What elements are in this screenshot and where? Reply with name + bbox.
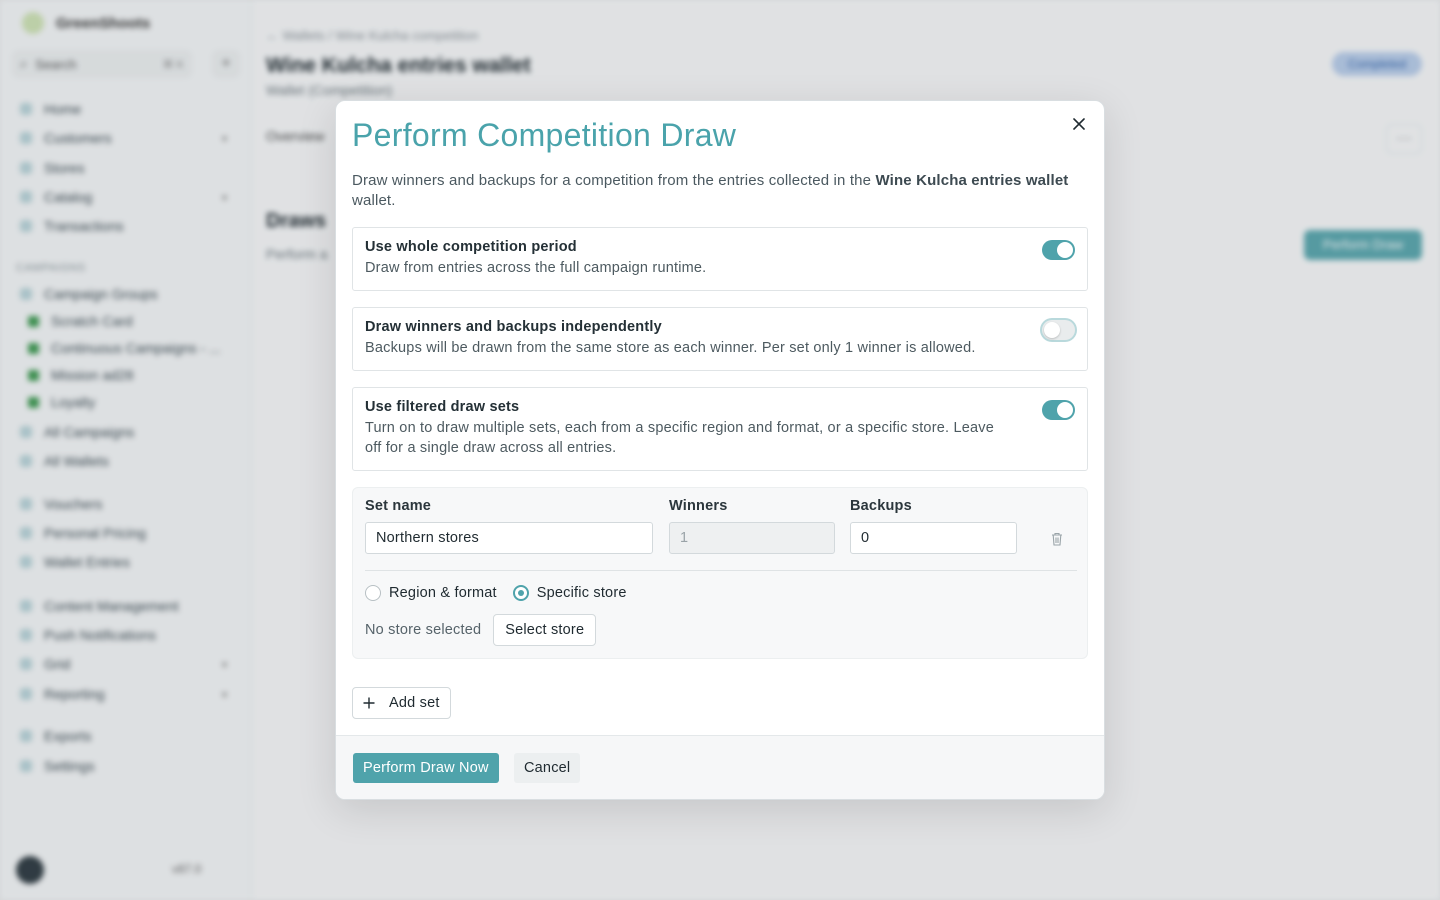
option-title: Use whole competition period <box>365 239 577 255</box>
perform-draw-dialog: Perform Competition Draw Draw winners an… <box>335 100 1105 800</box>
select-store-button[interactable]: Select store <box>493 614 597 646</box>
perform-draw-now-button[interactable]: Perform Draw Now <box>353 753 499 783</box>
delete-set-button[interactable] <box>1051 532 1063 551</box>
add-set-button[interactable]: Add set <box>352 687 451 719</box>
option-whole-period: Use whole competition period Draw from e… <box>352 227 1088 291</box>
store-selection: No store selected Select store <box>365 614 597 646</box>
option-independent-draw: Draw winners and backups independently B… <box>352 307 1088 371</box>
radio-region-label[interactable]: Region & format <box>389 585 497 601</box>
dialog-title: Perform Competition Draw <box>352 117 737 153</box>
desc-suffix: wallet. <box>352 192 396 209</box>
radio-specific-store[interactable] <box>512 585 529 601</box>
trash-icon <box>1052 532 1062 546</box>
filter-type-radios: Region & format Specific store <box>365 585 643 601</box>
dialog-footer: Perform Draw Now Cancel <box>336 735 1104 799</box>
option-description: Turn on to draw multiple sets, each from… <box>365 420 994 456</box>
cancel-button[interactable]: Cancel <box>514 753 581 783</box>
toggle-filtered-sets[interactable] <box>1042 400 1075 420</box>
close-button[interactable] <box>1068 113 1090 135</box>
desc-wallet-name: Wine Kulcha entries wallet <box>875 172 1069 189</box>
winners-input <box>669 522 835 554</box>
toggle-independent-draw[interactable] <box>1042 320 1075 340</box>
set-name-label: Set name <box>365 498 432 514</box>
desc-prefix: Draw winners and backups for a competiti… <box>352 172 876 189</box>
radio-region-format[interactable] <box>365 585 381 601</box>
backups-input[interactable] <box>850 522 1017 554</box>
close-icon <box>1073 118 1085 130</box>
option-title: Draw winners and backups independently <box>365 319 662 335</box>
set-divider <box>365 570 1077 571</box>
option-description: Backups will be drawn from the same stor… <box>365 340 976 356</box>
add-set-label: Add set <box>389 695 440 711</box>
option-description: Draw from entries across the full campai… <box>365 260 707 276</box>
backups-label: Backups <box>850 498 912 514</box>
winners-label: Winners <box>669 498 728 514</box>
radio-store-label[interactable]: Specific store <box>537 585 627 601</box>
set-name-input[interactable] <box>365 522 653 554</box>
dialog-description: Draw winners and backups for a competiti… <box>352 171 1082 211</box>
draw-set-panel: Set name Winners Backups Region & format… <box>352 487 1088 659</box>
option-title: Use filtered draw sets <box>365 399 520 415</box>
toggle-whole-period[interactable] <box>1042 240 1075 260</box>
option-filtered-sets: Use filtered draw sets Turn on to draw m… <box>352 387 1088 471</box>
no-store-text: No store selected <box>365 622 482 638</box>
plus-icon <box>363 697 375 709</box>
